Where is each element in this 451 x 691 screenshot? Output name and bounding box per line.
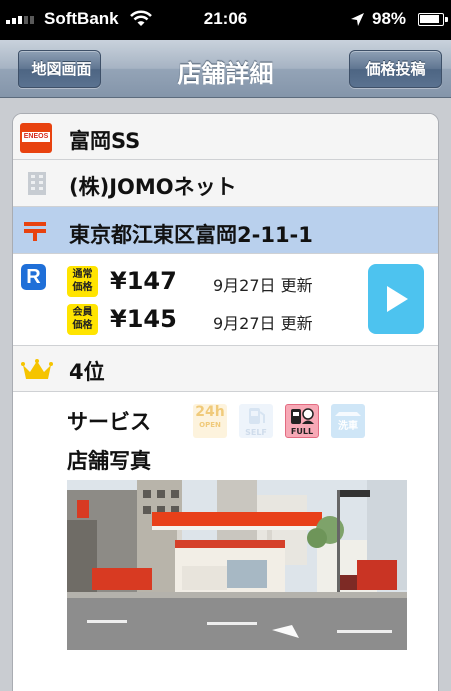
member-price-value: ¥145 bbox=[110, 305, 177, 333]
regular-price-badge: 通常 価格 bbox=[67, 266, 98, 297]
member-price-updated: 9月27日 更新 bbox=[213, 314, 313, 333]
station-name-row: ENEOS 富岡SS bbox=[13, 114, 438, 160]
rank-value: 4位 bbox=[69, 360, 105, 384]
company-name: (株)JOMOネット bbox=[69, 175, 237, 199]
store-photo-label: 店舗写真 bbox=[67, 449, 151, 473]
rank-row: 4位 bbox=[13, 346, 438, 392]
self-service-icon: SELF bbox=[239, 404, 273, 438]
member-price-badge: 会員 価格 bbox=[67, 304, 98, 335]
self-pump-glyph: SELF bbox=[245, 408, 267, 437]
crown-icon bbox=[21, 359, 53, 379]
store-photo[interactable] bbox=[67, 480, 407, 650]
status-bar: SoftBank 21:06 98% bbox=[0, 0, 451, 40]
self-service-icon-text: SELF bbox=[245, 428, 267, 437]
member-price-badge-bottom: 価格 bbox=[72, 320, 93, 331]
24h-open-icon-bottom: OPEN bbox=[199, 421, 221, 429]
store-photo-image bbox=[67, 480, 407, 650]
member-price-badge-top: 会員 bbox=[72, 307, 93, 318]
car-wash-glyph: 洗車 bbox=[335, 412, 361, 432]
full-service-icon: FULL bbox=[285, 404, 319, 438]
battery-icon bbox=[418, 13, 448, 26]
address: 東京都江東区富岡2-11-1 bbox=[69, 223, 313, 247]
building-icon bbox=[28, 172, 46, 195]
services-label: サービス bbox=[67, 410, 151, 434]
battery-percentage: 98% bbox=[372, 9, 407, 28]
play-button[interactable] bbox=[368, 264, 424, 334]
location-arrow-icon bbox=[351, 13, 364, 26]
post-price-button[interactable]: 価格投稿 bbox=[349, 50, 442, 88]
24h-open-icon-top: 24h bbox=[195, 404, 225, 420]
regular-price-value: ¥147 bbox=[110, 267, 177, 295]
regular-price-badge-top: 通常 bbox=[72, 269, 93, 280]
car-wash-icon: 洗車 bbox=[331, 404, 365, 438]
eneos-logo-icon: ENEOS bbox=[20, 123, 52, 153]
regular-fuel-icon: R bbox=[21, 264, 46, 290]
address-row[interactable]: 東京都江東区富岡2-11-1 bbox=[13, 207, 438, 254]
store-detail-card: ENEOS 富岡SS (株)JOMOネット 東京都江東区富岡2-11-1 R 通… bbox=[12, 113, 439, 691]
company-row: (株)JOMOネット bbox=[13, 160, 438, 207]
24h-open-icon: 24h OPEN bbox=[193, 404, 227, 438]
postal-mark-icon bbox=[24, 222, 46, 241]
car-wash-icon-text: 洗車 bbox=[338, 419, 358, 432]
full-pump-glyph: FULL bbox=[291, 408, 314, 436]
regular-price-updated: 9月27日 更新 bbox=[213, 276, 313, 295]
back-button-label: 地図画面 bbox=[31, 60, 92, 78]
price-row: R 通常 価格 ¥147 9月27日 更新 会員 価格 ¥145 9月27日 更… bbox=[13, 254, 438, 346]
navigation-bar: 地図画面 店舗詳細 価格投稿 bbox=[0, 40, 451, 98]
eneos-logo-text: ENEOS bbox=[22, 132, 50, 142]
regular-price-badge-bottom: 価格 bbox=[72, 282, 93, 293]
full-service-icon-text: FULL bbox=[291, 427, 313, 436]
station-name: 富岡SS bbox=[69, 129, 141, 153]
detail-section: サービス 24h OPEN SELF FULL 洗車 店舗写真 bbox=[13, 392, 438, 691]
